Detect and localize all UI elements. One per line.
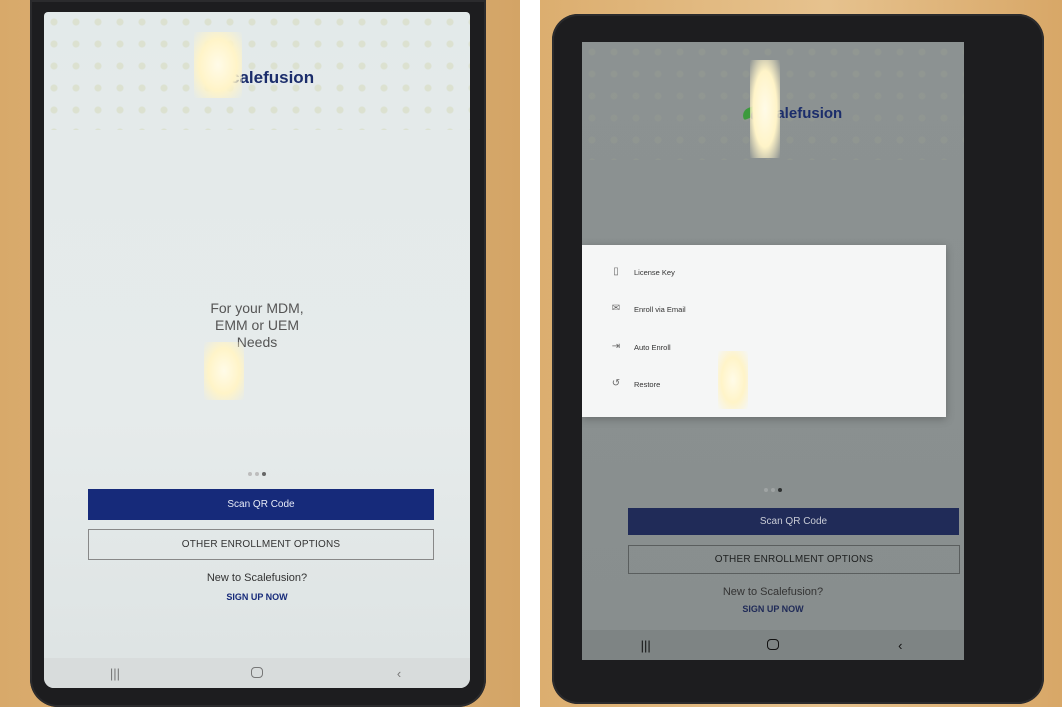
restore-icon: ↺ bbox=[611, 378, 621, 389]
other-enrollment-options-button[interactable]: OTHER ENROLLMENT OPTIONS bbox=[88, 529, 434, 560]
enrollment-options-menu: ▯ License Key ✉ Enroll via Email ⇥ Auto … bbox=[582, 245, 946, 417]
android-navigation-bar: ||| ‹ bbox=[44, 658, 470, 688]
menu-item-restore[interactable]: ↺ Restore bbox=[582, 365, 946, 403]
logo-text: calefusion bbox=[230, 68, 315, 87]
tagline-line: Needs bbox=[236, 334, 278, 350]
carousel-dot-active bbox=[262, 472, 266, 476]
home-button[interactable] bbox=[753, 638, 793, 653]
menu-item-label: Auto Enroll bbox=[634, 342, 671, 352]
screen-glare bbox=[750, 60, 780, 158]
tablet-screen: calefusion ▯ License Key ✉ Enroll via Em… bbox=[582, 42, 964, 660]
menu-item-license-key[interactable]: ▯ License Key bbox=[582, 253, 946, 291]
tagline-line: EMM or UEM bbox=[215, 317, 299, 333]
menu-item-auto-enroll[interactable]: ⇥ Auto Enroll bbox=[582, 328, 946, 366]
new-user-prompt: New to Scalefusion? bbox=[722, 586, 824, 598]
back-button[interactable]: ‹ bbox=[379, 666, 419, 681]
home-icon bbox=[766, 638, 779, 650]
recents-button[interactable]: ||| bbox=[626, 638, 666, 653]
android-navigation-bar: ||| ‹ bbox=[582, 630, 964, 660]
menu-item-label: License Key bbox=[634, 267, 675, 277]
carousel-dot-active bbox=[778, 488, 782, 492]
sign-up-link[interactable]: SIGN UP NOW bbox=[44, 592, 470, 602]
carousel-dot bbox=[771, 488, 775, 492]
scan-qr-code-button[interactable]: Scan QR Code bbox=[88, 489, 434, 520]
menu-item-label: Enroll via Email bbox=[634, 304, 686, 314]
other-enrollment-options-button[interactable]: OTHER ENROLLMENT OPTIONS bbox=[628, 545, 960, 574]
screen-glare bbox=[194, 32, 242, 98]
recents-button[interactable]: ||| bbox=[95, 666, 135, 681]
email-icon: ✉ bbox=[611, 303, 621, 314]
carousel-dot bbox=[764, 488, 768, 492]
photo-welcome-screen: calefusion For your MDM, EMM or UEM Need… bbox=[0, 0, 520, 707]
photo-enrollment-menu: calefusion ▯ License Key ✉ Enroll via Em… bbox=[540, 0, 1062, 707]
screen-glare bbox=[204, 342, 244, 400]
license-key-icon: ▯ bbox=[613, 266, 619, 277]
sign-up-link[interactable]: SIGN UP NOW bbox=[582, 604, 964, 614]
carousel-dot bbox=[255, 472, 259, 476]
back-button[interactable]: ‹ bbox=[880, 638, 920, 653]
scan-qr-code-button[interactable]: Scan QR Code bbox=[628, 508, 959, 535]
home-button[interactable] bbox=[237, 666, 277, 681]
carousel-dot bbox=[248, 472, 252, 476]
menu-item-label: Restore bbox=[634, 379, 661, 389]
tablet-frame: calefusion For your MDM, EMM or UEM Need… bbox=[30, 0, 486, 707]
carousel-indicator bbox=[582, 488, 964, 492]
home-icon bbox=[251, 666, 263, 678]
new-user-prompt: New to Scalefusion? bbox=[206, 572, 308, 584]
carousel-indicator bbox=[44, 472, 470, 476]
tagline-line: For your MDM, bbox=[210, 300, 304, 316]
tagline: For your MDM, EMM or UEM Needs bbox=[44, 300, 470, 351]
tablet-screen: calefusion For your MDM, EMM or UEM Need… bbox=[44, 12, 470, 688]
menu-item-enroll-via-email[interactable]: ✉ Enroll via Email bbox=[582, 290, 946, 328]
screen-glare bbox=[718, 351, 748, 409]
tablet-frame: calefusion ▯ License Key ✉ Enroll via Em… bbox=[552, 14, 1044, 704]
auto-enroll-icon: ⇥ bbox=[611, 341, 621, 352]
